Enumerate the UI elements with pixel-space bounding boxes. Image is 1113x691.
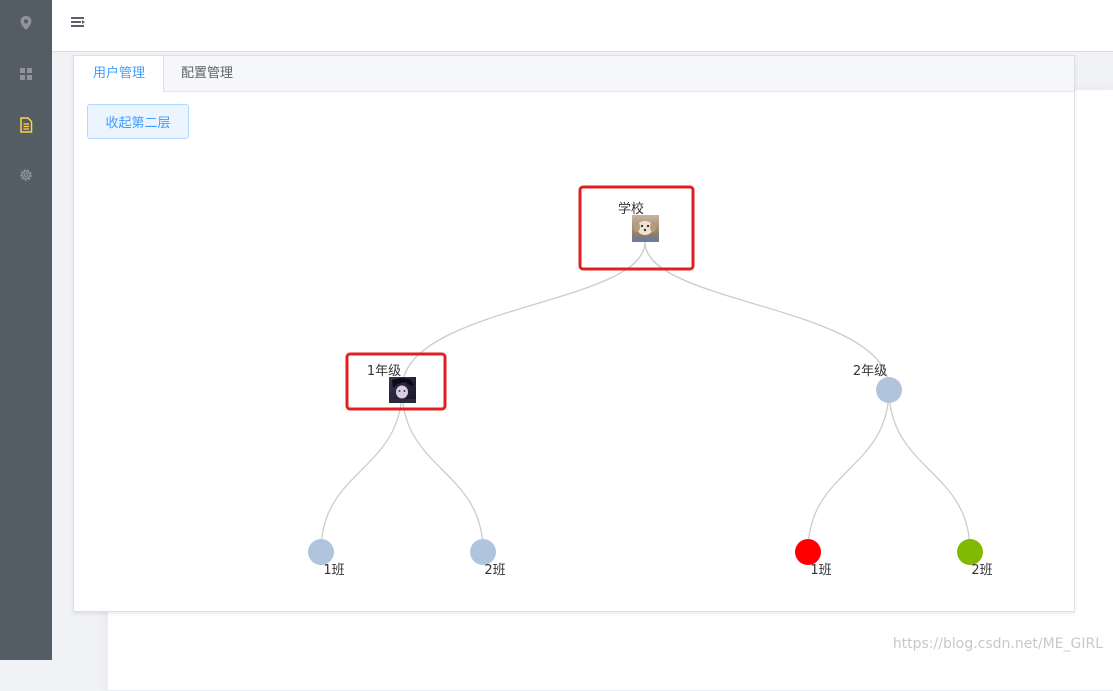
- node-label: 学校: [618, 201, 644, 217]
- node-circle: [470, 539, 496, 565]
- node-label: 2班: [971, 563, 992, 578]
- tree-link: [320, 388, 403, 552]
- tree-node-class[interactable]: 1班: [795, 539, 832, 578]
- tree-node-grade-2[interactable]: 2年级: [853, 364, 902, 403]
- tree-node-class[interactable]: 2班: [470, 539, 506, 578]
- tree-node-grade-1[interactable]: 1年级: [345, 352, 447, 411]
- tree-node-root[interactable]: 学校: [578, 185, 695, 271]
- dog-avatar: [632, 215, 659, 242]
- tree-link: [888, 388, 971, 552]
- node-circle: [957, 539, 983, 565]
- node-circle: [308, 539, 334, 565]
- node-circle: [876, 377, 902, 403]
- node-label: 1班: [810, 563, 831, 578]
- node-label: 2年级: [853, 364, 887, 379]
- tree-link: [401, 241, 646, 390]
- node-circle: [795, 539, 821, 565]
- watermark: https://blog.csdn.net/ME_GIRL: [892, 636, 1103, 652]
- tree-diagram: 学校 1年级 2年级 1班 2班 1班 2班: [308, 185, 993, 578]
- tree-link: [807, 388, 890, 552]
- tree-node-class[interactable]: 2班: [957, 539, 993, 578]
- tree-node-class[interactable]: 1班: [308, 539, 345, 578]
- anime-avatar: [389, 377, 416, 403]
- tree-link: [401, 388, 484, 552]
- node-label: 2班: [484, 563, 505, 578]
- node-label: 1年级: [367, 364, 401, 379]
- node-label: 1班: [323, 563, 344, 578]
